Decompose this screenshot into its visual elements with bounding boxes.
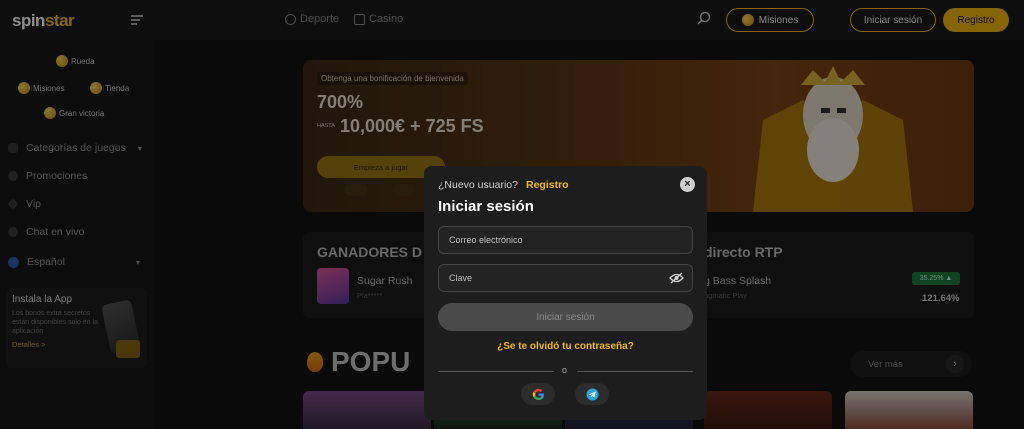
eye-slash-icon[interactable] xyxy=(669,272,684,284)
password-field[interactable] xyxy=(438,264,693,292)
login-modal: ¿Nuevo usuario? Registro × Iniciar sesió… xyxy=(424,166,707,420)
separator-text: o xyxy=(562,365,568,375)
login-submit-button[interactable]: Iniciar sesión xyxy=(438,303,693,331)
divider xyxy=(577,371,693,372)
new-user-text: ¿Nuevo usuario? xyxy=(438,179,518,191)
telegram-login-button[interactable] xyxy=(575,383,609,405)
google-icon xyxy=(532,388,544,400)
telegram-icon xyxy=(585,387,599,401)
register-link[interactable]: Registro xyxy=(526,179,569,191)
divider xyxy=(438,371,554,372)
forgot-password-link[interactable]: ¿Se te olvidó tu contraseña? xyxy=(424,341,707,352)
google-login-button[interactable] xyxy=(521,383,555,405)
email-field[interactable] xyxy=(438,226,693,254)
login-title: Iniciar sesión xyxy=(438,198,534,215)
close-icon[interactable]: × xyxy=(680,177,695,192)
